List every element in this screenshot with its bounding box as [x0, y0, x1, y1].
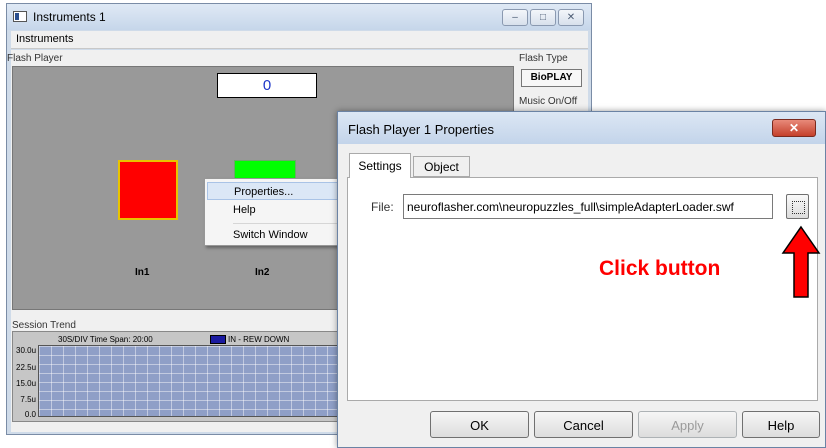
file-label: File:: [371, 200, 394, 214]
menu-bar: Instruments: [11, 31, 588, 49]
music-toggle-label[interactable]: Music On/Off: [519, 96, 577, 107]
file-path-input[interactable]: [403, 194, 773, 219]
legend-swatch: [210, 335, 226, 344]
score-counter: 0: [217, 73, 317, 98]
session-trend-label: Session Trend: [12, 320, 76, 331]
help-button[interactable]: Help: [742, 411, 820, 438]
cancel-button[interactable]: Cancel: [534, 411, 633, 438]
menu-item-help[interactable]: Help: [207, 201, 341, 219]
y-tick: 30.0u: [16, 346, 37, 355]
y-tick: 22.5u: [16, 363, 37, 372]
trend-grid: [38, 345, 338, 417]
flash-player-label: Flash Player: [7, 53, 63, 64]
window-title: Instruments 1: [33, 10, 106, 24]
dialog-title: Flash Player 1 Properties: [348, 122, 494, 137]
title-bar[interactable]: Instruments 1 ‒ □ ✕: [7, 4, 591, 30]
click-button-annotation: Click button: [599, 257, 721, 280]
y-tick: 15.0u: [16, 379, 37, 388]
maximize-button[interactable]: □: [530, 9, 556, 26]
red-square: [118, 160, 178, 220]
tab-settings[interactable]: Settings: [349, 153, 411, 178]
apply-button[interactable]: Apply: [638, 411, 737, 438]
minimize-button[interactable]: ‒: [502, 9, 528, 26]
tab-object[interactable]: Object: [413, 156, 470, 177]
menu-item-properties[interactable]: Properties...: [207, 182, 341, 200]
menu-instruments[interactable]: Instruments: [16, 33, 73, 45]
dialog-title-bar[interactable]: Flash Player 1 Properties ✕: [338, 112, 825, 144]
app-icon: [13, 11, 27, 22]
close-button[interactable]: ✕: [558, 9, 584, 26]
legend-label: IN - REW DOWN: [228, 335, 290, 344]
context-menu: Properties... Help Switch Window: [204, 178, 344, 246]
menu-item-switch-window[interactable]: Switch Window: [207, 226, 341, 244]
browse-button[interactable]: [786, 194, 809, 219]
flash-type-button[interactable]: BioPLAY: [521, 69, 582, 87]
in1-label: In1: [135, 267, 150, 278]
trend-header: 30S/DIV Time Span: 20:00: [58, 335, 153, 344]
red-arrow-icon: [781, 225, 821, 298]
in2-label: In2: [255, 267, 270, 278]
properties-dialog: Flash Player 1 Properties ✕ Settings Obj…: [337, 111, 826, 448]
ok-button[interactable]: OK: [430, 411, 529, 438]
close-icon[interactable]: ✕: [772, 119, 816, 137]
menu-separator: [233, 223, 341, 224]
flash-type-label: Flash Type: [519, 53, 568, 64]
y-tick: 0.0: [24, 410, 36, 419]
y-tick: 7.5u: [20, 395, 36, 404]
